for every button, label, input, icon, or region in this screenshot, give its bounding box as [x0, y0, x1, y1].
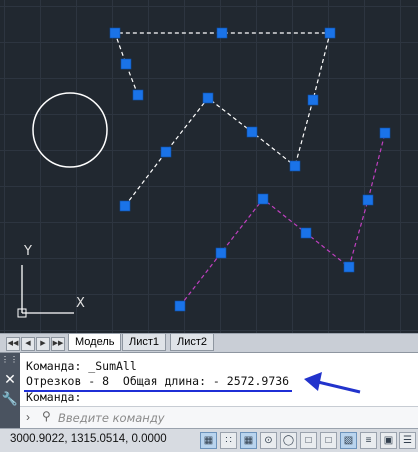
otrack-icon[interactable]: □: [300, 432, 317, 449]
tab-sheet2[interactable]: Лист2: [170, 334, 215, 351]
quick-properties-icon[interactable]: ☰: [399, 432, 416, 449]
grip[interactable]: [132, 89, 144, 101]
grip[interactable]: [324, 27, 336, 39]
first-tab-icon[interactable]: ◀◀: [6, 337, 20, 351]
ucs-x-label: X: [76, 296, 85, 311]
grip-handle-icon[interactable]: ⋮⋮: [0, 355, 20, 364]
ducs-icon[interactable]: □: [320, 432, 337, 449]
command-history-line-2: Отрезков - 8 Общая длина: - 2572.9736: [26, 374, 290, 388]
dyn-icon[interactable]: ▧: [340, 432, 357, 449]
grip[interactable]: [246, 126, 258, 138]
drawing-canvas[interactable]: [0, 0, 418, 333]
grip[interactable]: [343, 261, 355, 273]
ucs-y-label: Y: [24, 244, 32, 259]
command-input[interactable]: [56, 409, 410, 427]
grip[interactable]: [174, 300, 186, 312]
grip[interactable]: [216, 27, 228, 39]
white-polyline-top[interactable]: [114, 32, 331, 167]
grip[interactable]: [120, 58, 132, 70]
grip[interactable]: [109, 27, 121, 39]
customize-wrench-icon[interactable]: 🔧: [0, 391, 20, 407]
layout-tabs-bar: ◀◀ ◀ ▶ ▶▶ Модель Лист1 Лист2: [0, 333, 418, 352]
lineweight-icon[interactable]: ≡: [360, 432, 377, 449]
close-icon[interactable]: ✕: [0, 371, 20, 388]
grip[interactable]: [119, 200, 131, 212]
next-tab-icon[interactable]: ▶: [36, 337, 50, 351]
grip[interactable]: [160, 146, 172, 158]
grip[interactable]: [379, 127, 391, 139]
white-polyline-zigzag[interactable]: [124, 97, 296, 207]
grip[interactable]: [300, 227, 312, 239]
osnap-icon[interactable]: ◯: [280, 432, 297, 449]
tab-model[interactable]: Модель: [68, 334, 122, 351]
command-history-line-1: Команда: _SumAll: [26, 359, 137, 373]
magenta-polyline[interactable]: [179, 132, 386, 307]
grip[interactable]: [289, 160, 301, 172]
prompt-chevron-icon: ›: [26, 410, 30, 424]
grip[interactable]: [202, 92, 214, 104]
command-input-bar: › ⚲: [20, 406, 418, 429]
search-icon: ⚲: [42, 409, 51, 423]
grid-icon[interactable]: ▦: [200, 432, 217, 449]
tab-sheet1[interactable]: Лист1: [122, 334, 167, 351]
polar-icon[interactable]: ⊙: [260, 432, 277, 449]
coordinates-readout: 3000.9022, 1315.0514, 0.0000: [10, 433, 167, 445]
snap-icon[interactable]: ∷: [220, 432, 237, 449]
transparency-icon[interactable]: ▣: [380, 432, 397, 449]
circle-entity[interactable]: [32, 92, 108, 168]
grip[interactable]: [257, 193, 269, 205]
ucs-icon: [17, 265, 74, 318]
last-tab-icon[interactable]: ▶▶: [51, 337, 65, 351]
command-rail: ⋮⋮ ✕ 🔧: [0, 353, 20, 429]
drawing-viewport[interactable]: Y X: [0, 0, 418, 333]
command-window: ⋮⋮ ✕ 🔧 Команда: _SumAll Отрезков - 8 Общ…: [0, 352, 418, 429]
ortho-icon[interactable]: ▦: [240, 432, 257, 449]
grip[interactable]: [215, 247, 227, 259]
grip[interactable]: [307, 94, 319, 106]
grip[interactable]: [362, 194, 374, 206]
prev-tab-icon[interactable]: ◀: [21, 337, 35, 351]
status-bar: 3000.9022, 1315.0514, 0.0000 ▦ ∷ ▦ ⊙ ◯ □…: [0, 428, 418, 452]
command-history-line-3: Команда:: [26, 390, 82, 404]
